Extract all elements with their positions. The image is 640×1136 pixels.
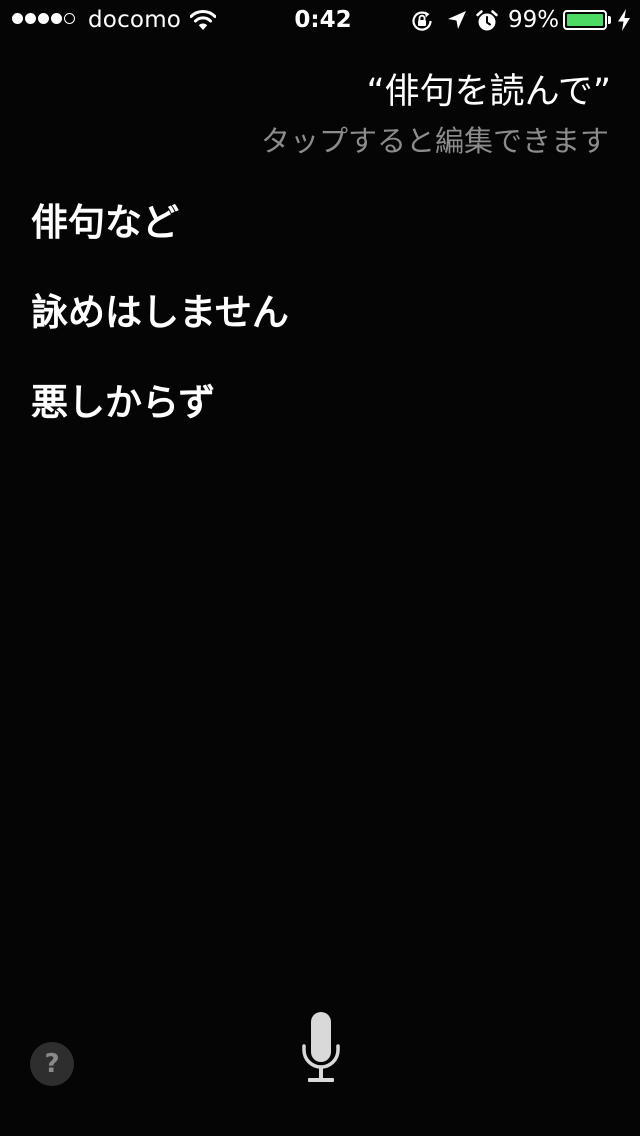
help-button[interactable]: ?	[30, 1042, 74, 1086]
battery-icon	[563, 10, 607, 30]
battery-level-fill	[567, 14, 603, 26]
status-bar: docomo 0:42 99%	[0, 0, 640, 40]
tap-to-edit-hint[interactable]: タップすると編集できます	[261, 121, 609, 161]
alarm-icon	[476, 10, 498, 31]
answer-line: 俳句など	[31, 201, 179, 244]
charging-bolt-icon	[618, 9, 630, 31]
answer-line: 詠めはしません	[31, 291, 289, 334]
siri-answer: 俳句など 詠めはしません 悪しからず	[31, 200, 591, 448]
answer-line: 悪しからず	[31, 381, 216, 424]
battery-terminal	[608, 16, 611, 24]
battery-percentage: 99%	[508, 7, 560, 33]
microphone-icon[interactable]	[298, 1008, 344, 1088]
siri-user-query[interactable]: “俳句を読んで”	[366, 70, 611, 114]
location-arrow-icon	[448, 11, 466, 29]
orientation-lock-icon	[412, 11, 432, 31]
